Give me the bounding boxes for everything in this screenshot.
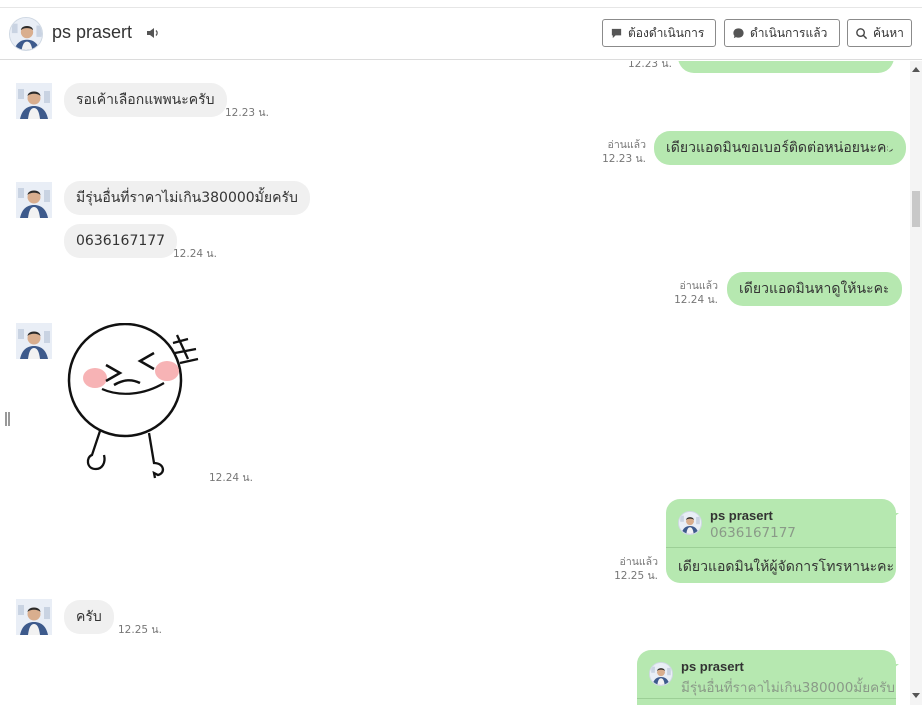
reply-name: ps prasert [710,508,773,523]
message-time: 12.23 น. [225,107,269,119]
contact-avatar[interactable] [9,17,43,51]
bubble-tail [890,664,899,671]
scroll-up-icon[interactable] [912,67,920,72]
quoted-avatar [649,662,673,686]
chat-messages[interactable]: 12.23 น. รอเค้าเลือกแพพนะครับ 12.23 น. อ… [0,61,910,705]
message-bubble-incoming[interactable]: 0636167177 [64,224,178,258]
bubble-tail [890,513,899,520]
contact-avatar-small[interactable] [16,83,52,119]
message-reply-outgoing[interactable]: ps prasert มีรุ่นอื่นที่ราคาไม่เกิน38000… [637,650,896,705]
scroll-down-icon[interactable] [912,693,920,698]
contact-avatar-small[interactable] [16,599,52,635]
done-button-label: ดำเนินการแล้ว [750,25,828,40]
reply-quote-text: 0636167177 [710,525,796,541]
chat-scrollbar[interactable] [910,61,922,705]
reply-quote[interactable]: ps prasert มีรุ่นอื่นที่ราคาไม่เกิน38000… [637,650,896,699]
contact-avatar-small[interactable] [16,323,52,359]
contact-name[interactable]: ps prasert [52,22,132,43]
search-button[interactable]: ค้นหา [847,19,912,47]
speaker-icon[interactable] [145,25,161,41]
contact-avatar-small[interactable] [16,182,52,218]
chat-bubble-icon [733,27,744,38]
message-bubble-incoming[interactable]: ครับ [64,600,114,634]
message-bubble-incoming[interactable]: มีรุ่นอื่นที่ราคาไม่เกิน380000มั้ยครับ [64,181,310,215]
reply-name: ps prasert [681,659,744,674]
message-bubble-outgoing[interactable]: เดียวแอดมินขอเบอร์ติดต่อหน่อยนะคะ [654,131,906,165]
sticker-image[interactable] [62,323,207,483]
message-time: 12.24 น. [173,248,217,260]
search-icon [856,27,868,39]
done-button[interactable]: ดำเนินการแล้ว [724,19,840,47]
reply-body: เดียวแอดมินให้ผู้จัดการโทรหานะคะ [678,559,895,575]
bubble-tail [888,145,897,152]
search-button-label: ค้นหา [873,25,904,40]
read-status: อ่านแล้ว 12.23 น. [602,139,646,165]
scrollbar-thumb[interactable] [912,191,920,227]
speech-bubble-icon [611,28,622,38]
message-reply-outgoing[interactable]: ps prasert 0636167177 เดียวแอดมินให้ผู้จ… [666,499,896,583]
message-bubble-outgoing[interactable]: เดียวแอดมินหาดูให้นะคะ [727,272,903,306]
reply-quote-text: มีรุ่นอื่นที่ราคาไม่เกิน380000มั้ยครับ [681,680,895,696]
pending-button-label: ต้องดำเนินการ [628,25,705,40]
message-bubble-incoming[interactable]: รอเค้าเลือกแพพนะครับ [64,83,227,117]
message-time: 12.24 น. [209,472,253,484]
reply-quote[interactable]: ps prasert 0636167177 [666,499,896,548]
bubble-tail [888,286,897,293]
message-time: 12.23 น. [628,61,672,70]
pending-button[interactable]: ต้องดำเนินการ [602,19,716,47]
quoted-avatar [678,511,702,535]
read-status: อ่านแล้ว 12.24 น. [674,280,718,306]
read-status: อ่านแล้ว 12.25 น. [614,556,658,582]
message-time: 12.25 น. [118,624,162,636]
chat-header: ps prasert ต้องดำเนินการ ดำเนินการแล้ว ค… [0,8,922,60]
top-strip [0,0,922,8]
message-bubble-cut [678,61,894,73]
